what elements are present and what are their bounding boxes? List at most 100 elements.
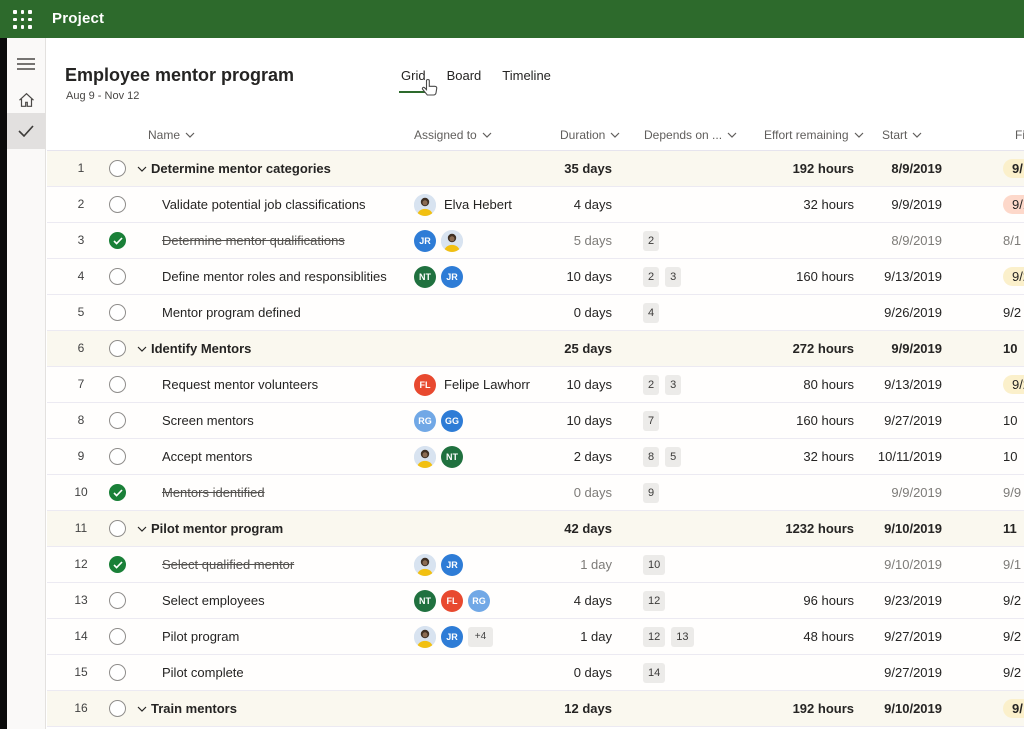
column-header-name[interactable]: Name: [148, 120, 195, 151]
row-number[interactable]: 6: [47, 331, 115, 366]
duration-cell[interactable]: 5 days: [502, 223, 612, 258]
assigned-to-cell[interactable]: JR: [414, 547, 463, 582]
depends-on-cell[interactable]: 14: [643, 663, 665, 683]
depends-on-cell[interactable]: 85: [643, 447, 681, 467]
task-name-cell[interactable]: Select employees: [137, 583, 409, 618]
column-header-assigned-to[interactable]: Assigned to: [414, 120, 492, 151]
depends-on-cell[interactable]: 23: [643, 375, 681, 395]
finish-date-cell[interactable]: 9/1: [1003, 547, 1021, 582]
row-number[interactable]: 13: [47, 583, 115, 618]
task-complete-checkbox[interactable]: [109, 484, 126, 501]
row-number[interactable]: 7: [47, 367, 115, 402]
assigned-to-cell[interactable]: NTFLRG: [414, 583, 490, 618]
column-header-depends-on[interactable]: Depends on ...: [644, 120, 737, 151]
finish-date-cell[interactable]: 9/2: [1003, 583, 1021, 618]
start-date-cell[interactable]: 9/10/2019: [847, 547, 942, 582]
row-number[interactable]: 9: [47, 439, 115, 474]
task-complete-checkbox[interactable]: [109, 232, 126, 249]
assigned-to-cell[interactable]: Elva Hebert: [414, 187, 512, 222]
task-checkbox[interactable]: [109, 628, 126, 645]
row-number[interactable]: 2: [47, 187, 115, 222]
column-header-fin[interactable]: Fin: [1015, 120, 1024, 151]
row-number[interactable]: 3: [47, 223, 115, 258]
task-name-cell[interactable]: Mentor program defined: [137, 295, 409, 330]
depends-on-cell[interactable]: 23: [643, 267, 681, 287]
row-number[interactable]: 1: [47, 151, 115, 186]
row-number[interactable]: 4: [47, 259, 115, 294]
row-number[interactable]: 12: [47, 547, 115, 582]
start-date-cell[interactable]: 10/11/2019: [847, 439, 942, 474]
assigned-to-cell[interactable]: JR+4: [414, 619, 493, 654]
assigned-to-cell[interactable]: RGGG: [414, 403, 463, 438]
task-checkbox[interactable]: [109, 448, 126, 465]
row-number[interactable]: 11: [47, 511, 115, 546]
column-header-duration[interactable]: Duration: [560, 120, 620, 151]
tab-grid[interactable]: Grid: [399, 68, 428, 93]
effort-remaining-cell[interactable]: 48 hours: [707, 619, 854, 654]
duration-cell[interactable]: 0 days: [502, 655, 612, 690]
finish-date-cell[interactable]: 9/: [1003, 151, 1024, 186]
effort-remaining-cell[interactable]: 192 hours: [707, 151, 854, 186]
chevron-down-icon[interactable]: [137, 346, 147, 352]
depends-on-cell[interactable]: 12: [643, 591, 665, 611]
start-date-cell[interactable]: 9/26/2019: [847, 295, 942, 330]
duration-cell[interactable]: 0 days: [502, 475, 612, 510]
start-date-cell[interactable]: 9/10/2019: [847, 691, 942, 726]
assigned-to-cell[interactable]: NT: [414, 439, 463, 474]
row-number[interactable]: 5: [47, 295, 115, 330]
duration-cell[interactable]: 42 days: [502, 511, 612, 546]
duration-cell[interactable]: 10 days: [502, 403, 612, 438]
task-name-cell[interactable]: Accept mentors: [137, 439, 409, 474]
task-name-cell[interactable]: Request mentor volunteers: [137, 367, 409, 402]
start-date-cell[interactable]: 9/9/2019: [847, 475, 942, 510]
finish-date-cell[interactable]: 9/2: [1003, 259, 1024, 294]
task-checkbox[interactable]: [109, 268, 126, 285]
finish-date-cell[interactable]: 10: [1003, 331, 1017, 366]
finish-date-cell[interactable]: 10: [1003, 403, 1017, 438]
chevron-down-icon[interactable]: [137, 526, 147, 532]
finish-date-cell[interactable]: 9/2: [1003, 655, 1021, 690]
task-checkbox[interactable]: [109, 592, 126, 609]
task-name-cell[interactable]: Identify Mentors: [137, 331, 409, 366]
duration-cell[interactable]: 2 days: [502, 439, 612, 474]
task-name-cell[interactable]: Mentors identified: [137, 475, 409, 510]
effort-remaining-cell[interactable]: 80 hours: [707, 367, 854, 402]
start-date-cell[interactable]: 9/9/2019: [847, 187, 942, 222]
effort-remaining-cell[interactable]: 272 hours: [707, 331, 854, 366]
start-date-cell[interactable]: 8/9/2019: [847, 151, 942, 186]
task-name-cell[interactable]: Pilot complete: [137, 655, 409, 690]
finish-date-cell[interactable]: 9/2: [1003, 295, 1021, 330]
finish-date-cell[interactable]: 8/1: [1003, 223, 1021, 258]
start-date-cell[interactable]: 9/27/2019: [847, 619, 942, 654]
column-header-effort-remaining[interactable]: Effort remaining: [764, 120, 864, 151]
start-date-cell[interactable]: 9/27/2019: [847, 655, 942, 690]
tab-board[interactable]: Board: [445, 68, 484, 93]
duration-cell[interactable]: 10 days: [502, 367, 612, 402]
start-date-cell[interactable]: 8/9/2019: [847, 223, 942, 258]
task-checkbox[interactable]: [109, 304, 126, 321]
effort-remaining-cell[interactable]: 96 hours: [707, 583, 854, 618]
tab-timeline[interactable]: Timeline: [500, 68, 553, 93]
effort-remaining-cell[interactable]: 160 hours: [707, 403, 854, 438]
chevron-down-icon[interactable]: [137, 706, 147, 712]
start-date-cell[interactable]: 9/27/2019: [847, 403, 942, 438]
finish-date-cell[interactable]: 11: [1003, 511, 1017, 546]
task-checkbox[interactable]: [109, 700, 126, 717]
duration-cell[interactable]: 1 day: [502, 619, 612, 654]
hamburger-menu-icon[interactable]: [7, 46, 45, 82]
duration-cell[interactable]: 4 days: [502, 187, 612, 222]
assigned-to-cell[interactable]: NTJR: [414, 259, 463, 294]
finish-date-cell[interactable]: 9/2: [1003, 367, 1024, 402]
task-name-cell[interactable]: Select qualified mentor: [137, 547, 409, 582]
finish-date-cell[interactable]: 9/9: [1003, 475, 1021, 510]
start-date-cell[interactable]: 9/10/2019: [847, 511, 942, 546]
task-checkbox[interactable]: [109, 412, 126, 429]
finish-date-cell[interactable]: 10: [1003, 439, 1017, 474]
duration-cell[interactable]: 25 days: [502, 331, 612, 366]
duration-cell[interactable]: 35 days: [502, 151, 612, 186]
task-name-cell[interactable]: Train mentors: [137, 691, 409, 726]
task-name-cell[interactable]: Determine mentor qualifications: [137, 223, 409, 258]
effort-remaining-cell[interactable]: 32 hours: [707, 439, 854, 474]
task-name-cell[interactable]: Validate potential job classifications: [137, 187, 409, 222]
depends-on-cell[interactable]: 9: [643, 483, 659, 503]
